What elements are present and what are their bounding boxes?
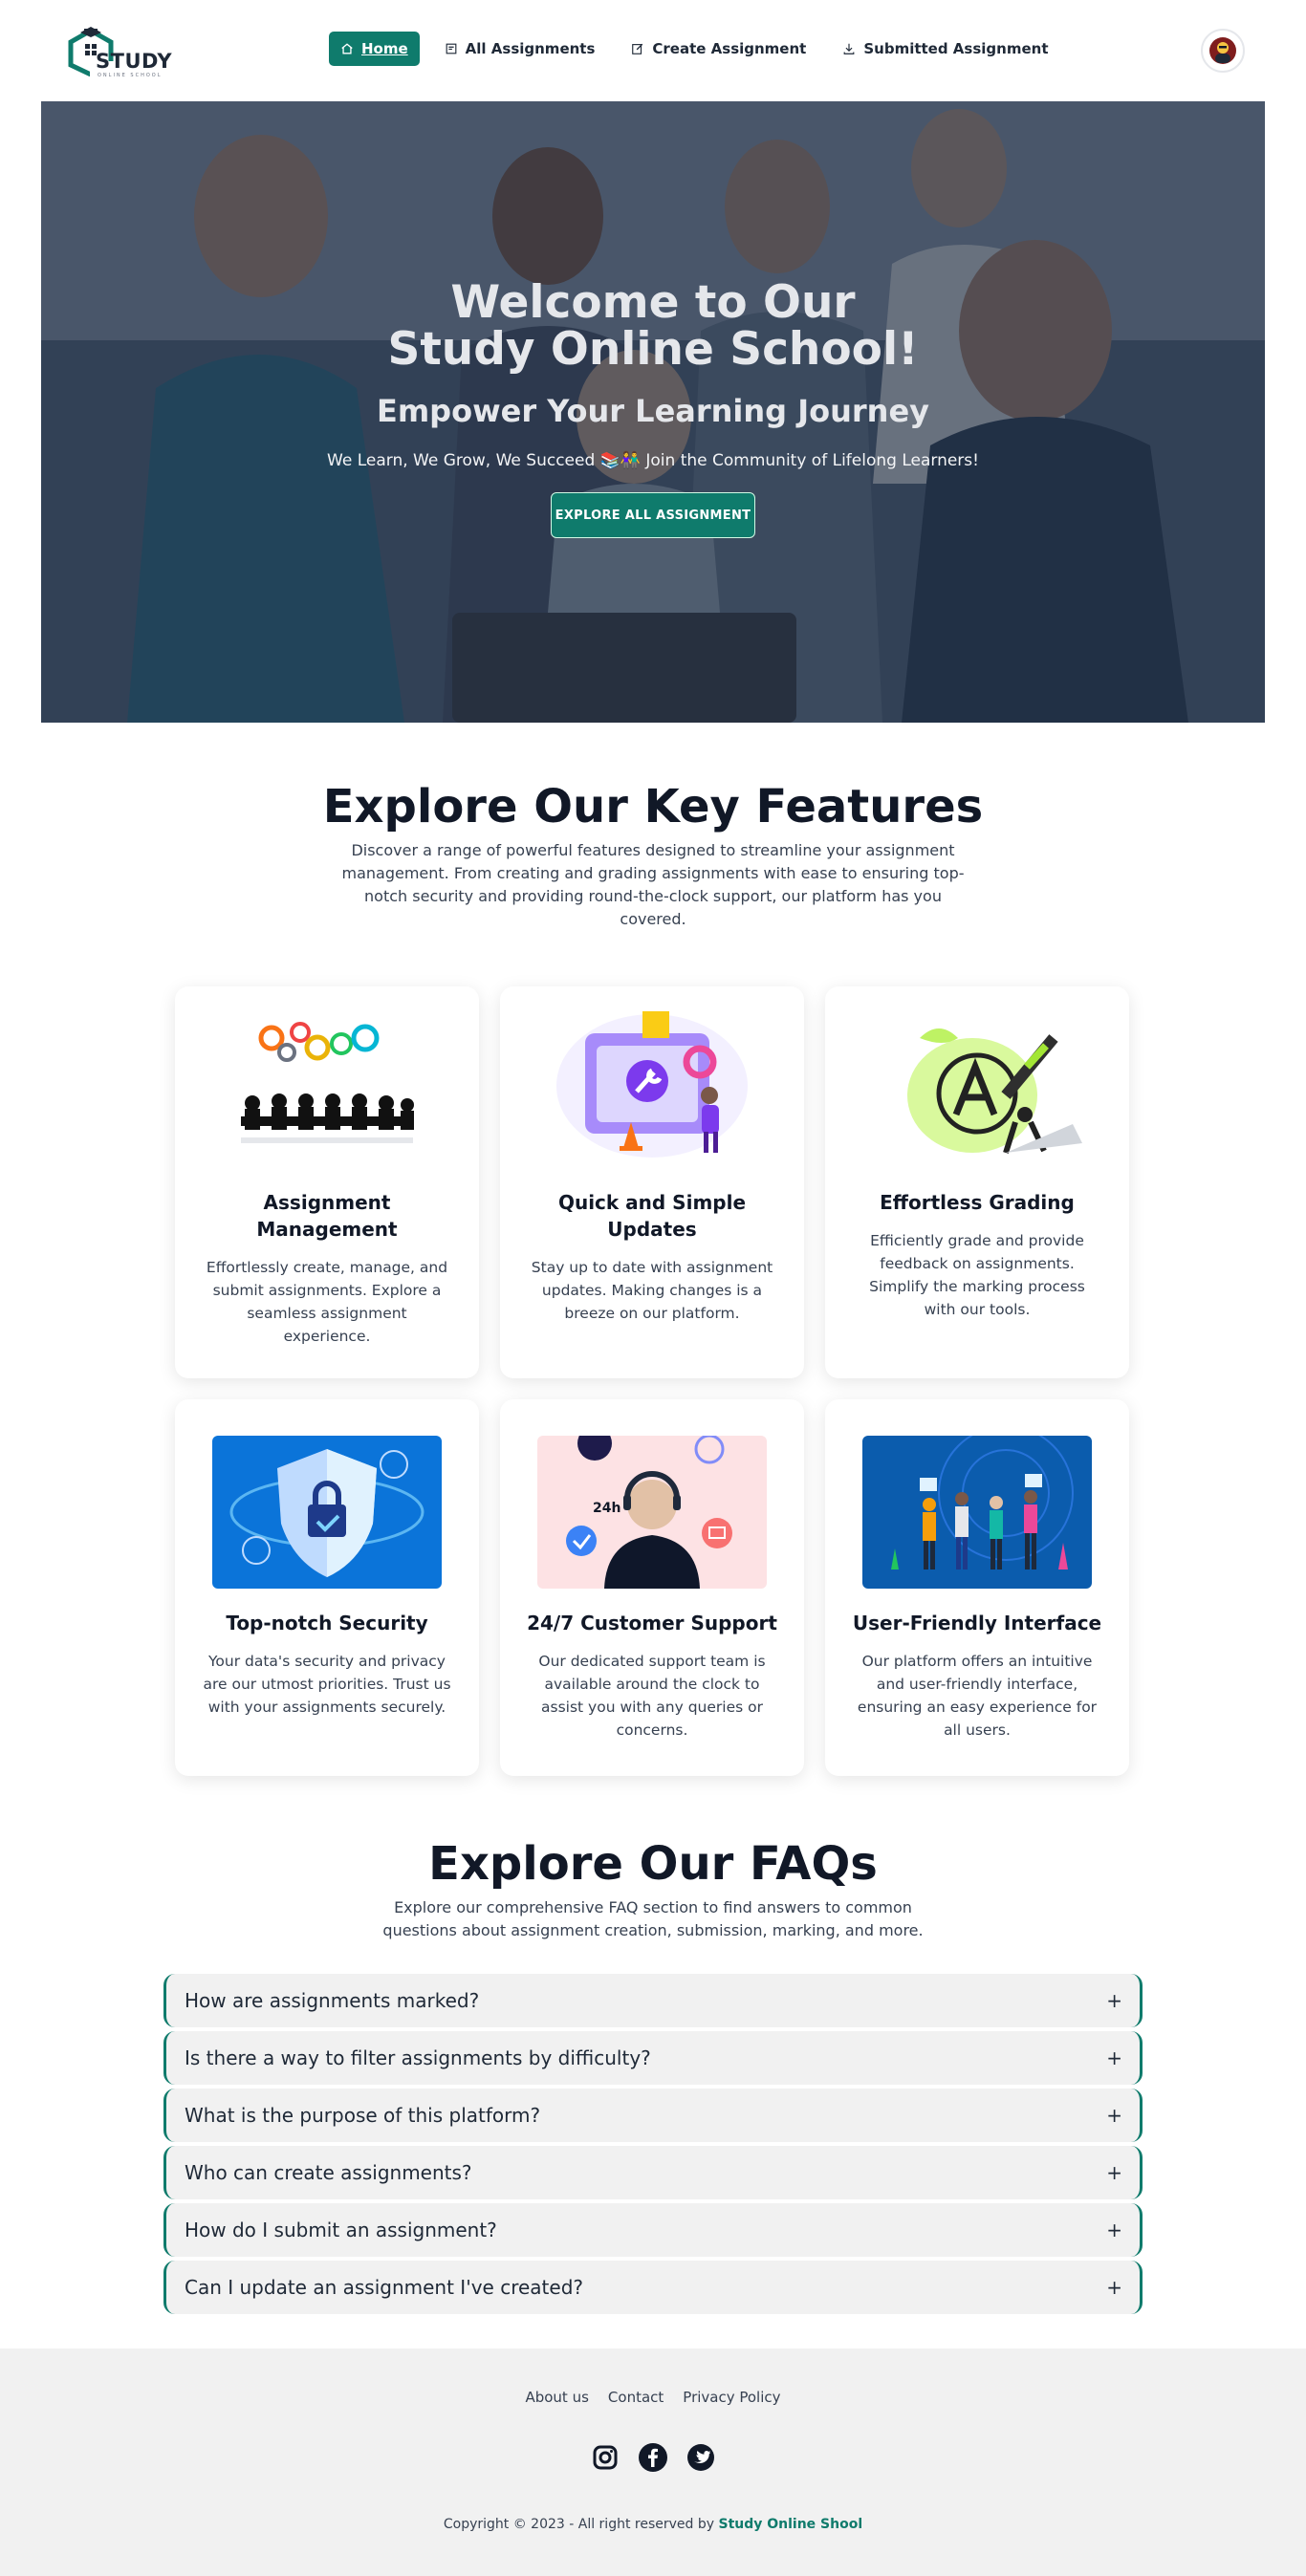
grading-pen-illustration <box>862 1009 1092 1162</box>
nav-submitted-assignment-label: Submitted Assignment <box>863 40 1049 57</box>
feature-card-text: Our dedicated support team is available … <box>538 1653 766 1739</box>
hero-tagline: We Learn, We Grow, We Succeed 📚👫 Join th… <box>327 451 979 470</box>
faq-question: Can I update an assignment I've created? <box>185 2276 584 2299</box>
update-tools-illustration <box>537 1009 767 1162</box>
logo-text: STUDY <box>96 50 173 73</box>
user-avatar[interactable] <box>1201 29 1245 73</box>
feature-card-text: Stay up to date with assignment updates.… <box>531 1259 773 1322</box>
footer-link-privacy[interactable]: Privacy Policy <box>683 2389 780 2406</box>
nav-create-assignment-label: Create Assignment <box>652 40 807 57</box>
hero-subtitle: Empower Your Learning Journey <box>376 393 930 429</box>
feature-card-text: Effortlessly create, manage, and submit … <box>206 1259 448 1345</box>
feature-card-title: Top-notch Security <box>226 1612 428 1634</box>
footer: About us Contact Privacy Policy Copyrigh… <box>0 2349 1306 2576</box>
site-logo[interactable]: STUDY ONLINE SCHOOL <box>65 21 173 78</box>
edit-icon <box>632 43 643 54</box>
faq-item[interactable]: Can I update an assignment I've created?… <box>163 2261 1143 2314</box>
nav-create-assignment[interactable]: Create Assignment <box>620 32 817 66</box>
copyright-brand-link[interactable]: Study Online Shool <box>718 2517 862 2532</box>
plus-icon: + <box>1106 1989 1122 2012</box>
feature-card: Effortless Grading Efficiently grade and… <box>825 986 1129 1378</box>
feature-card-text: Your data's security and privacy are our… <box>203 1653 451 1716</box>
faq-description: Explore our comprehensive FAQ section to… <box>382 1898 924 1939</box>
plus-icon: + <box>1106 2161 1122 2184</box>
faq-item[interactable]: What is the purpose of this platform? + <box>163 2089 1143 2142</box>
instagram-icon[interactable] <box>590 2442 620 2473</box>
footer-links: About us Contact Privacy Policy <box>0 2389 1306 2406</box>
home-icon <box>341 43 353 54</box>
support-agent-illustration: 24h <box>537 1436 767 1589</box>
feature-card-title: Assignment Management <box>256 1191 398 1241</box>
list-icon <box>446 43 457 54</box>
nav-submitted-assignment[interactable]: Submitted Assignment <box>831 32 1059 66</box>
faq-item[interactable]: How do I submit an assignment? + <box>163 2203 1143 2257</box>
nav-home-label: Home <box>361 40 408 57</box>
explore-all-assignment-button[interactable]: EXPLORE ALL ASSIGNMENT <box>551 492 755 538</box>
nav-home[interactable]: Home <box>329 32 420 66</box>
copyright-text: Copyright © 2023 - All right reserved by <box>443 2517 715 2532</box>
feature-card-title: 24/7 Customer Support <box>527 1612 777 1634</box>
plus-icon: + <box>1106 2276 1122 2299</box>
navbar: STUDY ONLINE SCHOOL Home All Assignments… <box>0 0 1306 101</box>
hero-banner: Welcome to Our Study Online School! Empo… <box>41 101 1265 723</box>
team-gears-illustration <box>212 1009 442 1162</box>
feature-card-text: Efficiently grade and provide feedback o… <box>869 1232 1085 1318</box>
nav-all-assignments-label: All Assignments <box>465 40 596 57</box>
faq-question: Is there a way to filter assignments by … <box>185 2046 651 2069</box>
feature-card-title: Effortless Grading <box>880 1191 1075 1214</box>
logo-subtext: ONLINE SCHOOL <box>98 73 163 78</box>
support-24h-label: 24h <box>593 1501 620 1516</box>
faq-item[interactable]: Who can create assignments? + <box>163 2146 1143 2199</box>
nav-all-assignments[interactable]: All Assignments <box>433 32 607 66</box>
plus-icon: + <box>1106 2104 1122 2127</box>
social-links <box>0 2442 1306 2473</box>
twitter-icon[interactable] <box>686 2442 716 2473</box>
copyright: Copyright © 2023 - All right reserved by… <box>0 2517 1306 2532</box>
features-title: Explore Our Key Features <box>322 780 984 833</box>
feature-card-text: Our platform offers an intuitive and use… <box>857 1653 1098 1739</box>
interface-people-illustration <box>862 1436 1092 1589</box>
plus-icon: + <box>1106 2046 1122 2069</box>
faq-title: Explore Our FAQs <box>428 1837 878 1891</box>
hero-title-line1: Welcome to Our <box>450 276 856 329</box>
plus-icon: + <box>1106 2219 1122 2241</box>
faq-question: What is the purpose of this platform? <box>185 2104 541 2127</box>
feature-card: Top-notch Security Your data's security … <box>175 1399 479 1776</box>
feature-card-title: User-Friendly Interface <box>852 1612 1102 1634</box>
features-description: Discover a range of powerful features de… <box>341 841 965 928</box>
feature-card: User-Friendly Interface Our platform off… <box>825 1399 1129 1776</box>
hero-title-line2: Study Online School! <box>387 323 919 376</box>
download-icon <box>843 43 855 54</box>
main-nav: Home All Assignments Create Assignment S… <box>329 32 1059 66</box>
feature-card-title: Quick and Simple Updates <box>557 1191 747 1241</box>
faq-question: Who can create assignments? <box>185 2161 472 2184</box>
security-shield-illustration <box>212 1436 442 1589</box>
footer-link-contact[interactable]: Contact <box>608 2389 664 2406</box>
feature-card: Assignment Management Effortlessly creat… <box>175 986 479 1378</box>
faq-question: How are assignments marked? <box>185 1989 480 2012</box>
feature-card: Quick and Simple Updates Stay up to date… <box>500 986 804 1378</box>
feature-card: 24h 24/7 Customer Support Our dedicated … <box>500 1399 804 1776</box>
faq-item[interactable]: Is there a way to filter assignments by … <box>163 2031 1143 2085</box>
faq-item[interactable]: How are assignments marked? + <box>163 1974 1143 2027</box>
facebook-icon[interactable] <box>638 2442 668 2473</box>
hero-title: Welcome to Our Study Online School! <box>41 279 1265 373</box>
user-avatar-image <box>1209 37 1236 64</box>
footer-link-about[interactable]: About us <box>525 2389 588 2406</box>
faq-question: How do I submit an assignment? <box>185 2219 497 2241</box>
